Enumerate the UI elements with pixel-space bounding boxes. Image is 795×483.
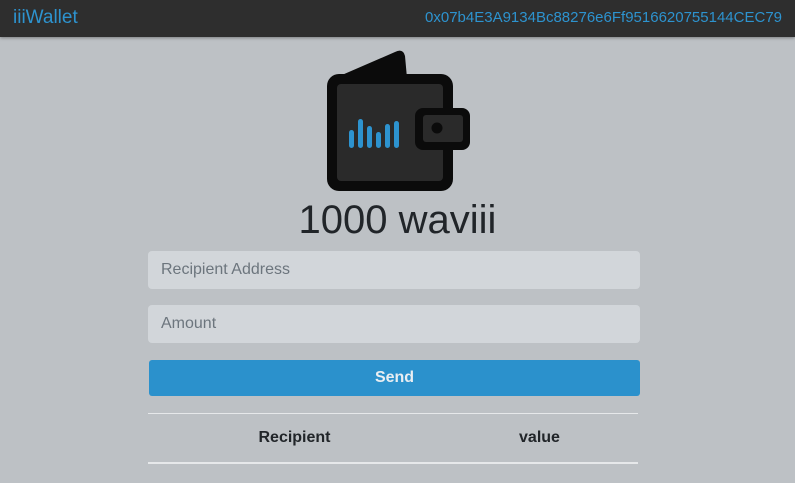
column-header-recipient: Recipient	[148, 413, 441, 464]
brand-link[interactable]: iiiWallet	[13, 6, 78, 30]
amount-input[interactable]	[148, 305, 640, 343]
recipient-address-input[interactable]	[148, 251, 640, 289]
account-address: 0x07b4E3A9134Bc88276e6Ff9516620755144CEC…	[425, 9, 782, 26]
navbar: iiiWallet 0x07b4E3A9134Bc88276e6Ff951662…	[0, 0, 795, 37]
transactions-table: Recipient value	[148, 413, 638, 464]
table-header-row: Recipient value	[148, 413, 638, 464]
wallet-icon	[327, 50, 470, 191]
column-header-value: value	[441, 413, 638, 464]
send-button[interactable]: Send	[149, 360, 640, 396]
balance-display: 1000 waviii	[298, 198, 497, 242]
